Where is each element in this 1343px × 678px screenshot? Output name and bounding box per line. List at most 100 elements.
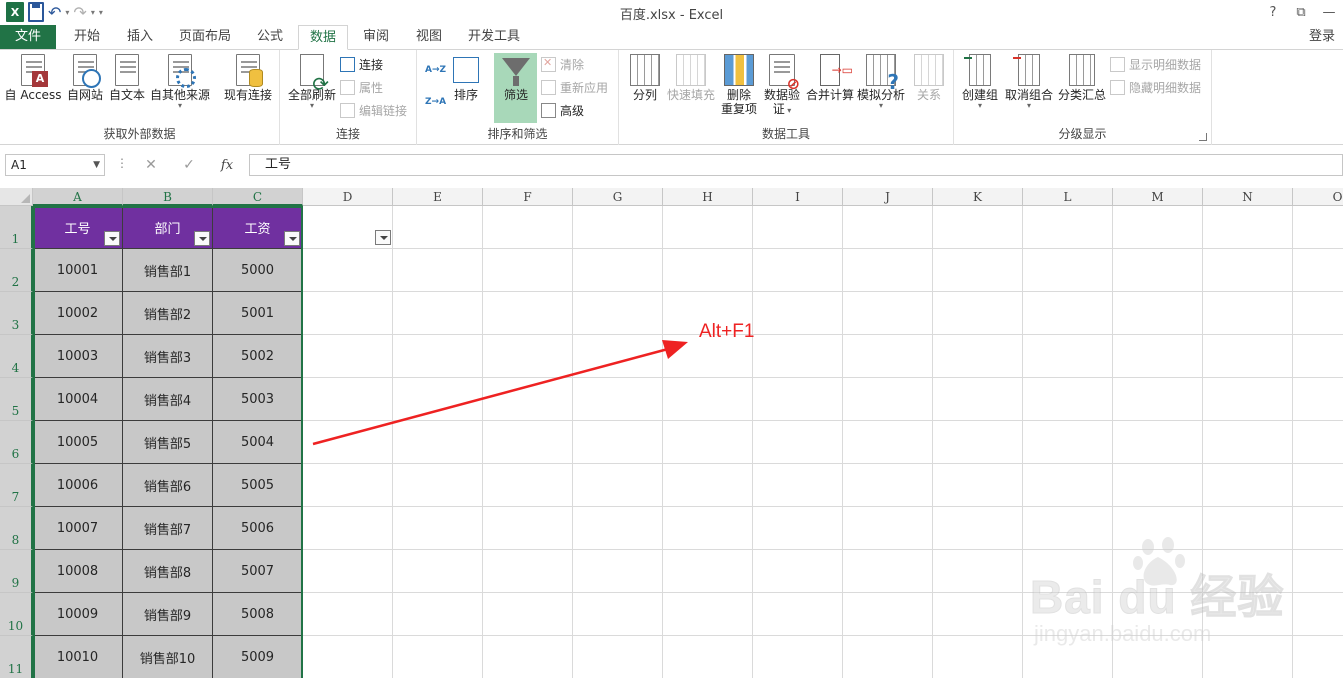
cancel-icon[interactable]: ✕ — [132, 154, 170, 176]
row-header-7[interactable]: 7 — [0, 464, 33, 507]
table-cell[interactable]: 10005 — [33, 421, 123, 464]
table-cell[interactable]: 销售部6 — [123, 464, 213, 507]
filter-dropdown-icon[interactable] — [194, 231, 210, 246]
row-header-1[interactable]: 1 — [0, 206, 33, 249]
column-header-m[interactable]: M — [1113, 188, 1203, 206]
row-header-9[interactable]: 9 — [0, 550, 33, 593]
ungroup-button[interactable]: 取消组合 ▾ — [1002, 54, 1056, 122]
select-all-button[interactable] — [0, 188, 33, 206]
row-header-5[interactable]: 5 — [0, 378, 33, 421]
table-cell[interactable]: 5009 — [213, 636, 303, 678]
row-header-11[interactable]: 11 — [0, 636, 33, 678]
flash-fill-button[interactable]: 快速填充 — [665, 54, 717, 122]
table-cell[interactable]: 10010 — [33, 636, 123, 678]
row-header-3[interactable]: 3 — [0, 292, 33, 335]
column-header-d[interactable]: D — [303, 188, 393, 206]
chevron-down-icon[interactable]: ▼ — [93, 155, 100, 175]
worksheet-grid[interactable]: A B C D E F G H I J K L M N O 1 2 3 4 5 6 7 8 9 10 11 工号 部门 工资 10001 销… — [0, 188, 1343, 678]
table-header-cell[interactable]: 部门 — [123, 206, 213, 249]
table-cell[interactable]: 销售部8 — [123, 550, 213, 593]
column-header-i[interactable]: I — [753, 188, 843, 206]
table-cell[interactable]: 销售部10 — [123, 636, 213, 678]
table-header-cell[interactable]: 工号 — [33, 206, 123, 249]
insert-function-icon[interactable]: fx — [208, 154, 246, 176]
consolidate-button[interactable]: 合并计算 — [804, 54, 856, 122]
filter-button[interactable]: 筛选 — [496, 54, 536, 122]
filter-dropdown-icon[interactable] — [375, 230, 391, 245]
what-if-analysis-button[interactable]: 模拟分析 ▾ — [855, 54, 907, 122]
enter-icon[interactable]: ✓ — [170, 154, 208, 176]
sort-button[interactable]: 排序 — [449, 54, 483, 122]
table-cell[interactable]: 10009 — [33, 593, 123, 636]
table-cell[interactable]: 10006 — [33, 464, 123, 507]
from-access-button[interactable]: 自 Access — [4, 54, 62, 122]
table-cell[interactable]: 10007 — [33, 507, 123, 550]
text-to-columns-button[interactable]: 分列 — [625, 54, 665, 122]
properties-button[interactable]: 属性 — [340, 77, 383, 97]
tab-file[interactable]: 文件 — [0, 25, 56, 49]
row-header-6[interactable]: 6 — [0, 421, 33, 464]
column-header-g[interactable]: G — [573, 188, 663, 206]
column-header-c[interactable]: C — [213, 188, 303, 206]
reapply-button[interactable]: 重新应用 — [541, 77, 608, 97]
row-header-2[interactable]: 2 — [0, 249, 33, 292]
row-header-10[interactable]: 10 — [0, 593, 33, 636]
minimize-icon[interactable]: — — [1315, 0, 1343, 24]
dialog-launcher-icon[interactable] — [1199, 133, 1207, 141]
remove-duplicates-button[interactable]: 删除 重复项 — [719, 54, 759, 122]
table-cell[interactable]: 10002 — [33, 292, 123, 335]
table-header-cell[interactable]: 工资 — [213, 206, 303, 249]
table-cell[interactable]: 10008 — [33, 550, 123, 593]
sort-descending-button[interactable]: Z→A — [425, 92, 446, 112]
table-cell[interactable]: 5003 — [213, 378, 303, 421]
column-header-j[interactable]: J — [843, 188, 933, 206]
tab-developer[interactable]: 开发工具 — [458, 25, 530, 49]
column-header-k[interactable]: K — [933, 188, 1023, 206]
table-cell[interactable]: 销售部9 — [123, 593, 213, 636]
login-link[interactable]: 登录 — [1309, 25, 1335, 49]
subtotal-button[interactable]: 分类汇总 — [1054, 54, 1110, 122]
connections-button[interactable]: 连接 — [340, 54, 383, 74]
column-header-o[interactable]: O — [1293, 188, 1343, 206]
from-text-button[interactable]: 自文本 — [107, 54, 147, 122]
table-cell[interactable]: 销售部5 — [123, 421, 213, 464]
help-icon[interactable]: ? — [1259, 0, 1287, 24]
column-header-n[interactable]: N — [1203, 188, 1293, 206]
tab-data[interactable]: 数据 — [298, 25, 348, 50]
column-header-f[interactable]: F — [483, 188, 573, 206]
formula-bar-resize-icon[interactable]: ⋮ — [116, 156, 128, 170]
relationships-button[interactable]: 关系 — [909, 54, 949, 122]
hide-detail-button[interactable]: 隐藏明细数据 — [1110, 77, 1201, 97]
tab-review[interactable]: 审阅 — [351, 25, 401, 49]
table-cell[interactable]: 5005 — [213, 464, 303, 507]
show-detail-button[interactable]: 显示明细数据 — [1110, 54, 1201, 74]
table-cell[interactable]: 10003 — [33, 335, 123, 378]
row-header-8[interactable]: 8 — [0, 507, 33, 550]
refresh-all-button[interactable]: 全部刷新 ▾ — [284, 54, 340, 122]
filter-dropdown-icon[interactable] — [284, 231, 300, 246]
data-validation-button[interactable]: 数据验 证 ▾ — [760, 54, 804, 122]
table-cell[interactable]: 5000 — [213, 249, 303, 292]
from-web-button[interactable]: 自网站 — [64, 54, 106, 122]
row-header-4[interactable]: 4 — [0, 335, 33, 378]
column-header-e[interactable]: E — [393, 188, 483, 206]
table-cell[interactable]: 5004 — [213, 421, 303, 464]
table-cell[interactable]: 5008 — [213, 593, 303, 636]
table-cell[interactable]: 5007 — [213, 550, 303, 593]
existing-connections-button[interactable]: 现有连接 — [220, 54, 276, 122]
table-cell[interactable]: 销售部3 — [123, 335, 213, 378]
formula-input[interactable]: 工号 — [249, 154, 1343, 176]
clear-filter-button[interactable]: 清除 — [541, 54, 584, 74]
tab-home[interactable]: 开始 — [62, 25, 112, 49]
table-cell[interactable]: 5006 — [213, 507, 303, 550]
table-cell[interactable]: 销售部1 — [123, 249, 213, 292]
tab-formulas[interactable]: 公式 — [245, 25, 295, 49]
advanced-filter-button[interactable]: 高级 — [541, 100, 584, 120]
table-cell[interactable]: 销售部2 — [123, 292, 213, 335]
column-header-l[interactable]: L — [1023, 188, 1113, 206]
sort-ascending-button[interactable]: A→Z — [425, 60, 446, 80]
edit-links-button[interactable]: 编辑链接 — [340, 100, 407, 120]
table-cell[interactable]: 销售部7 — [123, 507, 213, 550]
table-cell[interactable]: 5001 — [213, 292, 303, 335]
group-button[interactable]: 创建组 ▾ — [958, 54, 1002, 122]
